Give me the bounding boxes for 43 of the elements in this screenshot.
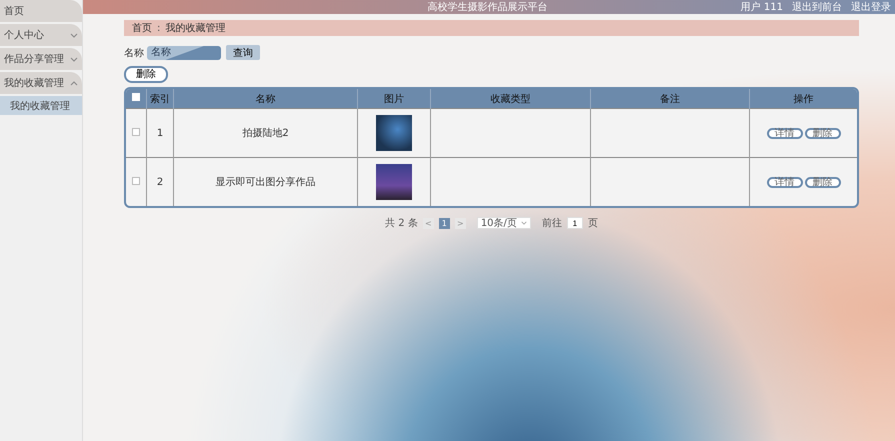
column-header: 索引 <box>146 89 174 108</box>
page-size-select[interactable]: 10条/页 <box>476 217 531 229</box>
photo-placeholder <box>376 115 412 151</box>
column-header: 操作 <box>750 89 857 108</box>
sidebar-item[interactable]: 首页 <box>0 0 82 22</box>
table-cell: 2 <box>146 158 174 206</box>
breadcrumb-link[interactable]: 首页 <box>132 21 152 35</box>
row-checkbox[interactable] <box>132 176 140 184</box>
site-title: 高校学生摄影作品展示平台 <box>426 0 548 14</box>
sidebar-item[interactable]: 我的收藏管理 <box>0 72 82 94</box>
action-button[interactable]: 删除 <box>804 176 840 188</box>
photo-placeholder <box>376 164 412 200</box>
goto-suffix: 页 <box>588 217 598 230</box>
total-count: 共 2 条 <box>385 216 418 230</box>
delete-button[interactable]: 删除 <box>124 66 168 83</box>
row-checkbox[interactable] <box>132 128 140 136</box>
breadcrumb-link[interactable]: 我的收藏管理 <box>165 21 226 35</box>
sidebar-item[interactable]: 个人中心 <box>0 24 82 46</box>
search-field[interactable]: 名称 <box>147 46 221 60</box>
field-label: 名称 <box>124 46 144 60</box>
action-button[interactable]: 详情 <box>766 176 802 188</box>
search-button[interactable]: 查询 <box>226 45 260 60</box>
chevron-icon <box>70 56 78 62</box>
table-cell: 1 <box>146 108 174 158</box>
user-label: 用户 111 <box>740 0 783 14</box>
sidebar-item[interactable]: 作品分享管理 <box>0 48 82 70</box>
column-header: 图片 <box>358 89 430 108</box>
table-cell: 显示即可出图分享作品 <box>174 158 358 206</box>
submenu-item[interactable]: 我的收藏管理 <box>0 96 82 115</box>
page-button[interactable]: 1 <box>438 218 450 228</box>
chevron-icon <box>70 32 78 38</box>
column-header: 名称 <box>174 89 358 108</box>
breadcrumb-separator: : <box>157 22 160 34</box>
page-input[interactable]: 1 <box>566 217 583 229</box>
select-all-checkbox[interactable] <box>132 93 140 101</box>
column-header: 收藏类型 <box>430 89 590 108</box>
column-header: 备注 <box>590 89 750 108</box>
table-cell: 拍摄陆地2 <box>174 108 358 158</box>
goto-label: 前往 <box>542 216 562 230</box>
action-button[interactable]: 删除 <box>804 128 840 138</box>
chevron-icon <box>520 221 527 225</box>
action-button[interactable]: 详情 <box>766 128 802 138</box>
chevron-icon <box>70 80 78 86</box>
